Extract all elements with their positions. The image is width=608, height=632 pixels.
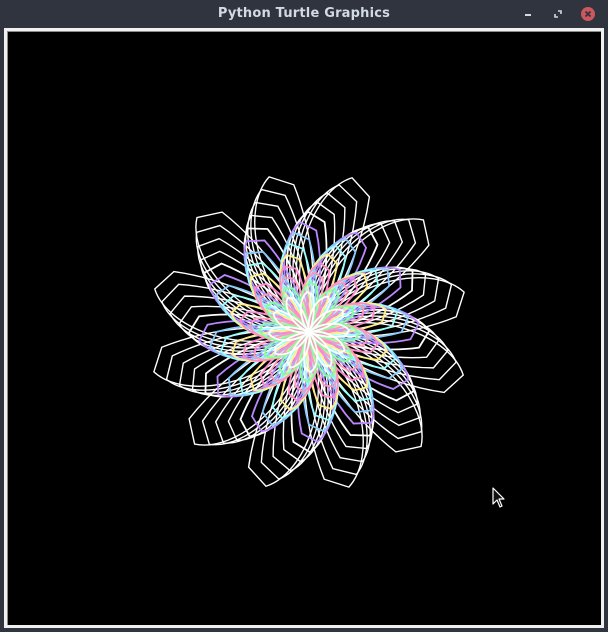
canvas-frame (4, 28, 604, 628)
minimize-icon (525, 14, 531, 16)
maximize-icon (554, 10, 562, 18)
spirograph-flower-drawing (153, 176, 465, 488)
mouse-pointer-icon (492, 487, 505, 508)
turtle-window: Python Turtle Graphics (0, 0, 608, 632)
close-circle (581, 7, 595, 21)
close-button[interactable] (579, 5, 597, 23)
close-icon (584, 10, 592, 18)
maximize-button[interactable] (549, 5, 567, 23)
title-bar[interactable]: Python Turtle Graphics (0, 0, 608, 28)
window-title: Python Turtle Graphics (217, 6, 391, 21)
minimize-button[interactable] (519, 5, 537, 23)
flower-petals (153, 176, 465, 488)
turtle-canvas[interactable] (7, 31, 601, 625)
